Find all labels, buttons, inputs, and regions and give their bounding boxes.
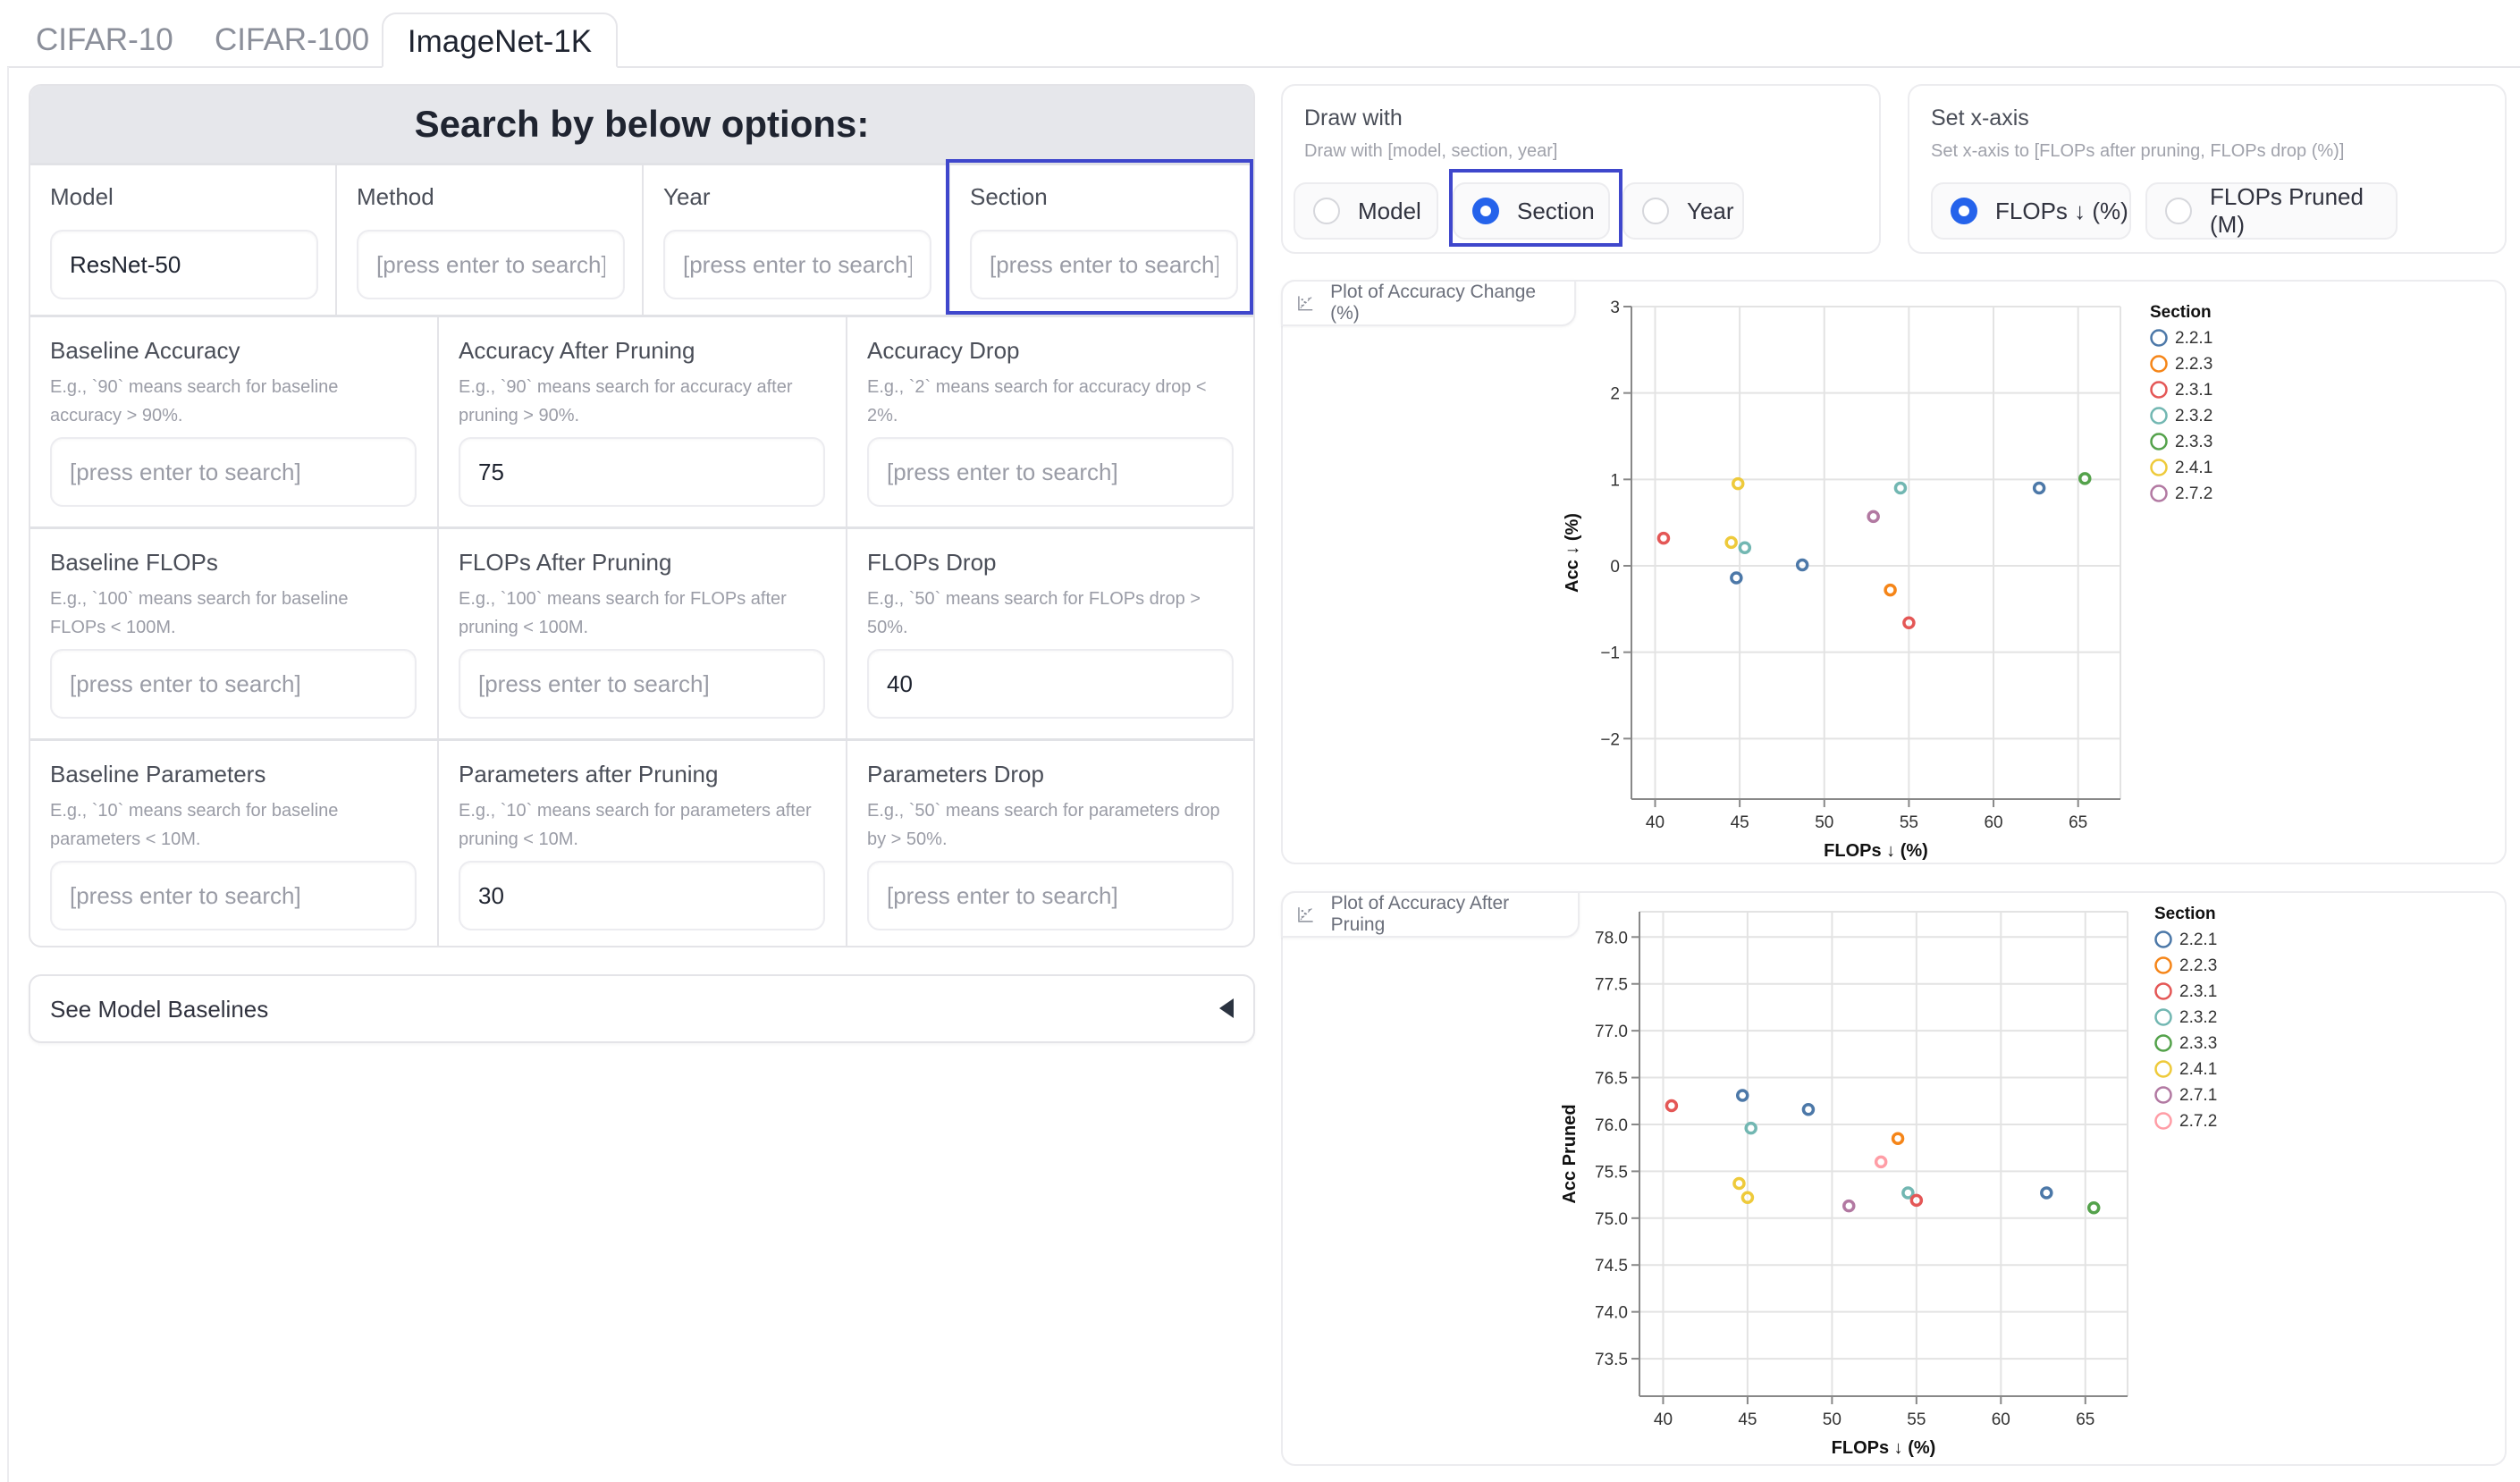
charts-layer: 40 45 50 55 60 65 −2 −1 0 1 2 3 FLOPs ↓ (%) Acc ↓ (%)…: [1560, 299, 2217, 1458]
y-tick-label: 76.0: [1595, 1116, 1628, 1135]
x-tick-label: 60: [1992, 1410, 2010, 1429]
y-tick-label: 3: [1610, 299, 1620, 317]
x-axis-title: FLOPs ↓ (%): [1824, 841, 1928, 861]
y-tick-label: 73.5: [1595, 1351, 1628, 1369]
data-point-2-2-1: [1795, 558, 1809, 572]
legend-label: 2.2.3: [2175, 355, 2212, 374]
legend-symbol: [2150, 355, 2168, 373]
data-point-2-3-2: [1738, 541, 1752, 554]
data-point-2-3-1: [1656, 531, 1671, 545]
data-point-2-3-2: [1893, 481, 1908, 495]
data-point-2-2-1: [1730, 571, 1743, 585]
legend-label: 2.7.2: [2179, 1112, 2217, 1131]
data-point-2-2-1: [1735, 1089, 1749, 1102]
legend-label: 2.2.3: [2179, 956, 2217, 975]
data-point-2-4-1: [1724, 535, 1738, 550]
data-point-2-3-3: [2078, 472, 2092, 485]
y-tick-label: 75.0: [1595, 1210, 1628, 1229]
y-tick-label: 76.5: [1595, 1070, 1628, 1089]
x-tick-label: 55: [1900, 813, 1918, 832]
data-point-2-2-3: [1884, 583, 1897, 597]
legend-title: Section: [2150, 303, 2212, 322]
y-tick-label: 75.5: [1595, 1163, 1628, 1182]
x-tick-label: 40: [1654, 1410, 1673, 1429]
legend-symbol: [2154, 1034, 2172, 1052]
y-axis-title: Acc Pruned: [1560, 1104, 1580, 1203]
legend-symbol: [2154, 1060, 2172, 1078]
legend-symbol: [2150, 329, 2168, 347]
data-point-2-7-2: [1874, 1155, 1888, 1169]
data-point-2-2-1: [2032, 481, 2046, 495]
data-point-2-2-1: [2040, 1186, 2053, 1200]
legend-symbol: [2150, 381, 2168, 399]
y-tick-label: −1: [1600, 644, 1620, 663]
x-axis-title: FLOPs ↓ (%): [1832, 1438, 1936, 1458]
legend-label: 2.7.2: [2175, 484, 2212, 503]
data-point-2-4-1: [1740, 1191, 1755, 1204]
legend-label: 2.4.1: [2175, 459, 2212, 477]
y-tick-label: 1: [1610, 471, 1620, 490]
x-tick-label: 55: [1907, 1410, 1926, 1429]
legend-symbol: [2154, 982, 2172, 1000]
data-point-2-2-3: [1891, 1132, 1905, 1145]
y-tick-label: 74.0: [1595, 1304, 1628, 1323]
data-point-2-2-1: [1801, 1102, 1816, 1116]
legend-symbol: [2150, 433, 2168, 450]
legend-label: 2.4.1: [2179, 1060, 2217, 1079]
y-tick-label: 74.5: [1595, 1257, 1628, 1276]
data-point-2-7-1: [1842, 1199, 1856, 1213]
data-point-2-3-1: [1665, 1099, 1679, 1113]
scatter-chart-2: 40 45 50 55 60 65 73.5 74.0 74.5 75.0 75.5 76.0 76.5…: [1560, 905, 2217, 1458]
legend-label: 2.2.1: [2179, 930, 2217, 949]
x-tick-label: 65: [2076, 1410, 2094, 1429]
legend-label: 2.7.1: [2179, 1086, 2217, 1105]
legend-symbol: [2150, 484, 2168, 502]
data-point-2-3-2: [1744, 1121, 1757, 1135]
x-tick-label: 45: [1731, 813, 1749, 832]
legend-symbol: [2154, 956, 2172, 974]
y-axis-title: Acc ↓ (%): [1563, 513, 1582, 593]
data-point-2-3-1: [1909, 1193, 1924, 1208]
legend-symbol: [2154, 1008, 2172, 1026]
data-point-2-3-3: [2086, 1201, 2101, 1215]
legend-title: Section: [2154, 905, 2216, 923]
legend-label: 2.3.1: [2179, 982, 2217, 1001]
x-tick-label: 40: [1646, 813, 1665, 832]
legend-label: 2.3.3: [2179, 1034, 2217, 1053]
legend-symbol: [2154, 930, 2172, 948]
data-point-2-3-1: [1902, 616, 1916, 630]
y-tick-label: 0: [1610, 558, 1620, 577]
legend-label: 2.3.2: [2175, 407, 2212, 425]
x-tick-label: 60: [1984, 813, 2002, 832]
legend-label: 2.3.3: [2175, 433, 2212, 451]
tab-imagenet-1k[interactable]: ImageNet-1K: [382, 13, 618, 68]
legend-label: 2.2.1: [2175, 329, 2212, 348]
x-tick-label: 50: [1823, 1410, 1842, 1429]
scatter-chart-1: 40 45 50 55 60 65 −2 −1 0 1 2 3 FLOPs ↓ (%) Acc ↓ (%)…: [1563, 299, 2212, 861]
legend-symbol: [2154, 1112, 2172, 1130]
data-point-2-7-2: [1867, 509, 1880, 524]
legend-label: 2.3.2: [2179, 1008, 2217, 1027]
y-tick-label: −2: [1600, 730, 1620, 749]
y-tick-label: 78.0: [1595, 929, 1628, 947]
x-tick-label: 50: [1815, 813, 1833, 832]
y-tick-label: 77.0: [1595, 1023, 1628, 1041]
legend-symbol: [2154, 1086, 2172, 1104]
x-tick-label: 65: [2069, 813, 2087, 832]
y-tick-label: 77.5: [1595, 976, 1628, 995]
legend-symbol: [2150, 459, 2168, 476]
y-tick-label: 2: [1610, 385, 1620, 404]
x-tick-label: 45: [1738, 1410, 1757, 1429]
data-point-2-4-1: [1732, 1176, 1746, 1191]
data-point-2-4-1: [1731, 476, 1745, 491]
legend-symbol: [2150, 407, 2168, 425]
legend-label: 2.3.1: [2175, 381, 2212, 400]
